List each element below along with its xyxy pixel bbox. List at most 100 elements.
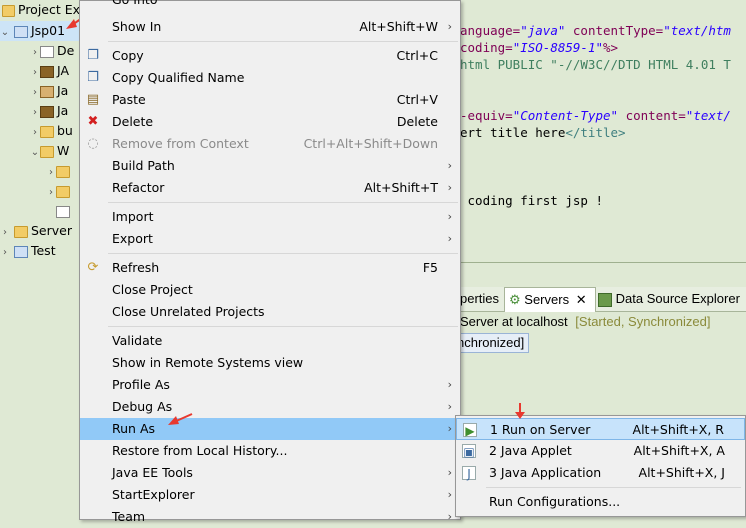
chevron-down-icon[interactable]: ⌄: [30, 143, 40, 163]
menu-item-run-as[interactable]: Run As ›: [80, 418, 460, 440]
paste-icon: ▤: [86, 92, 100, 107]
menu-item-show-in[interactable]: Show In Alt+Shift+W ›: [80, 16, 460, 38]
menu-item-restore-from-local-history[interactable]: Restore from Local History...: [80, 440, 460, 462]
tree-item-servers[interactable]: › Server: [0, 221, 72, 241]
chevron-right-icon[interactable]: ›: [30, 83, 40, 103]
server-row[interactable]: Server at localhost [Started, Synchroniz…: [460, 314, 710, 329]
server-module-row[interactable]: nchronized]: [452, 333, 530, 353]
web-project-icon: [13, 25, 28, 38]
submenu-item-1-run-on-server[interactable]: ▶ 1 Run on Server Alt+Shift+X, R: [456, 418, 745, 440]
chevron-right-icon: ›: [447, 422, 452, 435]
menu-item-delete[interactable]: ✖ Delete Delete: [80, 111, 460, 133]
menu-item-remove-from-context[interactable]: ◌ Remove from Context Ctrl+Alt+Shift+Down: [80, 133, 460, 155]
deployment-descriptor-icon: [40, 45, 54, 58]
tree-item[interactable]: ⌄ W: [30, 141, 70, 163]
webcontent-folder-icon: [40, 145, 54, 158]
annotation-arrow-icon: [168, 413, 193, 425]
menu-separator: [108, 41, 458, 42]
menu-item-startexplorer[interactable]: StartExplorer ›: [80, 484, 460, 506]
menu-item-copy-qualified-name[interactable]: ❐ Copy Qualified Name: [80, 67, 460, 89]
folder-icon: [56, 165, 70, 178]
code-line: ert title here</title>: [460, 125, 626, 140]
chevron-right-icon: ›: [447, 159, 452, 172]
tree-item[interactable]: › Ja: [30, 101, 68, 121]
menu-item-export[interactable]: Export ›: [80, 228, 460, 250]
chevron-right-icon: ›: [447, 232, 452, 245]
run-as-submenu: ▶ 1 Run on Server Alt+Shift+X, R ▣ 2 Java Ap…: [455, 415, 746, 517]
servers-folder-icon: [13, 225, 28, 238]
tab-data-source-explorer[interactable]: Data Source Explorer: [598, 287, 746, 311]
menu-separator: [108, 253, 458, 254]
chevron-right-icon: ›: [447, 466, 452, 479]
menu-item-close-project[interactable]: Close Project: [80, 279, 460, 301]
server-status: [Started, Synchronized]: [575, 314, 711, 329]
tree-item[interactable]: › JA: [30, 61, 69, 81]
close-icon[interactable]: ✕: [576, 292, 587, 307]
menu-separator: [108, 326, 458, 327]
chevron-right-icon[interactable]: ›: [30, 43, 40, 63]
chevron-right-icon[interactable]: ›: [46, 163, 56, 183]
chevron-right-icon[interactable]: ›: [0, 223, 10, 243]
menu-item-refresh[interactable]: ⟳ Refresh F5: [80, 257, 460, 279]
data-source-icon: [598, 292, 612, 307]
menu-item-java-ee-tools[interactable]: Java EE Tools ›: [80, 462, 460, 484]
project-explorer-icon: [2, 4, 15, 17]
code-line: coding="ISO-8859-1"%>: [460, 40, 619, 55]
copy-icon: ❐: [87, 48, 99, 63]
chevron-down-icon[interactable]: ⌄: [0, 23, 10, 43]
submenu-item-2-java-applet[interactable]: ▣ 2 Java Applet Alt+Shift+X, A: [456, 440, 745, 462]
code-editor[interactable]: anguage="java" contentType="text/htm codi…: [460, 0, 746, 262]
menu-item-profile-as[interactable]: Profile As ›: [80, 374, 460, 396]
submenu-item-3-java-application[interactable]: J3 Java Application Alt+Shift+X, J: [456, 462, 745, 484]
java-application-icon: J: [462, 466, 476, 481]
chevron-right-icon: ›: [447, 400, 452, 413]
run-on-server-icon: ▶: [463, 423, 477, 438]
tree-item[interactable]: › Ja: [30, 81, 68, 101]
chevron-right-icon[interactable]: ›: [30, 103, 40, 123]
menu-item-debug-as[interactable]: Debug As ›: [80, 396, 460, 418]
menu-item-close-unrelated-projects[interactable]: Close Unrelated Projects: [80, 301, 460, 323]
folder-icon: [56, 185, 70, 198]
tree-item[interactable]: [46, 201, 73, 221]
chevron-right-icon[interactable]: ›: [0, 243, 10, 263]
tab-servers[interactable]: ⚙ Servers ✕: [504, 287, 596, 312]
jsp-file-icon: [56, 205, 70, 218]
chevron-right-icon[interactable]: ›: [30, 123, 40, 143]
menu-item-paste[interactable]: ▤ Paste Ctrl+V: [80, 89, 460, 111]
menu-item-team[interactable]: Team ›: [80, 506, 460, 528]
servers-icon: ⚙: [509, 292, 521, 307]
menu-separator: [486, 487, 741, 488]
menu-item-show-in-remote-systems-view[interactable]: Show in Remote Systems view: [80, 352, 460, 374]
chevron-right-icon: ›: [447, 510, 452, 523]
chevron-right-icon[interactable]: ›: [30, 63, 40, 83]
tree-item[interactable]: › bu: [30, 121, 73, 141]
code-line: html PUBLIC "-//W3C//DTD HTML 4.01 T: [460, 57, 731, 72]
web-project-icon: [13, 245, 28, 258]
tree-item[interactable]: ›: [46, 181, 73, 201]
menu-item-go-into[interactable]: Go Into: [80, 0, 460, 11]
refresh-icon: ⟳: [87, 260, 99, 275]
java-resources-icon: [40, 85, 54, 98]
tree-item-test[interactable]: › Test: [0, 241, 56, 261]
annotation-arrow-icon: [515, 403, 525, 419]
tab-properties[interactable]: perties: [460, 287, 504, 311]
java-applet-icon: ▣: [462, 444, 476, 459]
menu-item-copy[interactable]: ❐ Copy Ctrl+C: [80, 45, 460, 67]
context-menu: Go Into Show InAlt+Shift+W›❐CopyCtrl+C❐C…: [79, 0, 461, 524]
menu-separator: [108, 202, 458, 203]
chevron-right-icon: ›: [447, 20, 452, 33]
chevron-right-icon: ›: [447, 210, 452, 223]
menu-item-refactor[interactable]: Refactor Alt+Shift+T ›: [80, 177, 460, 199]
chevron-right-icon[interactable]: ›: [46, 183, 56, 203]
submenu-item-run-configurations[interactable]: Run Configurations...: [456, 491, 745, 513]
tree-item[interactable]: › De: [30, 41, 74, 61]
menu-item-import[interactable]: Import ›: [80, 206, 460, 228]
javascript-resources-icon: [40, 105, 54, 118]
menu-item-validate[interactable]: Validate: [80, 330, 460, 352]
tree-item[interactable]: ›: [46, 161, 73, 181]
view-tab-bar: perties ⚙ Servers ✕ Data Source Explorer: [460, 287, 746, 312]
code-line: -equiv="Content-Type" content="text/: [460, 108, 731, 123]
chevron-right-icon: ›: [447, 378, 452, 391]
jax-ws-icon: [40, 65, 54, 78]
menu-item-build-path[interactable]: Build Path ›: [80, 155, 460, 177]
